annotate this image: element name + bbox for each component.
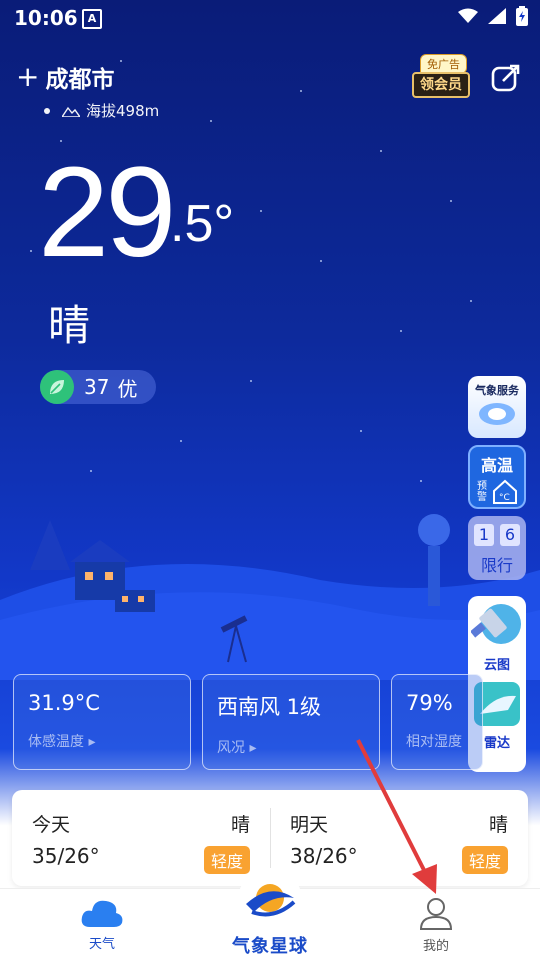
traffic-limit-button[interactable]: 1 6 限行 <box>468 516 526 580</box>
notification-icon: A <box>82 9 102 29</box>
vip-label: 领会员 <box>412 72 470 98</box>
weather-service-icon <box>479 403 515 425</box>
cloud-map-button[interactable]: 云图 <box>468 596 526 680</box>
status-icons <box>458 6 528 26</box>
humidity-card[interactable]: 79% 相对湿度 <box>391 674 483 770</box>
vip-tag: 免广告 <box>420 54 467 74</box>
temperature-decimal: .5° <box>170 195 235 253</box>
aqi-badge[interactable]: 37 优 <box>40 370 156 404</box>
add-city-icon[interactable]: + <box>16 63 39 91</box>
nav-home-label: 气象星球 <box>232 936 308 957</box>
status-bar: 10:06 A <box>0 0 540 38</box>
humidity-label: 相对湿度 <box>406 734 462 750</box>
forecast-weather: 晴 <box>230 814 250 836</box>
elevation-info: 海拔498m <box>44 100 159 121</box>
thermometer-house-icon: °C <box>493 479 517 504</box>
current-temperature: 29 .5° <box>38 148 234 278</box>
user-icon <box>419 898 453 930</box>
weather-condition: 晴 <box>48 301 91 350</box>
aqi-level: 优 <box>117 376 138 401</box>
wifi-icon <box>458 8 478 23</box>
signal-icon <box>488 8 506 24</box>
limit-label: 限行 <box>480 556 513 575</box>
cloud-icon <box>81 900 123 927</box>
forecast-day: 明天 <box>290 814 329 836</box>
heat-warning-title: 高温 <box>480 456 513 475</box>
leaf-icon <box>40 370 74 404</box>
nav-weather[interactable]: 天气 <box>52 889 152 961</box>
cloud-map-label: 云图 <box>483 658 510 673</box>
heat-warning-button[interactable]: 高温 预警 °C <box>468 445 526 509</box>
forecast-range: 35/26° <box>32 844 100 868</box>
landscape-illustration <box>0 514 540 680</box>
feels-like-card[interactable]: 31.9°C 体感温度 ▸ <box>13 674 191 770</box>
forecast-aqi-badge: 轻度 <box>461 846 508 874</box>
weather-service-button[interactable]: 气象服务 <box>468 376 526 438</box>
limit-number: 6 <box>500 524 520 546</box>
city-name: 成都市 <box>45 67 115 93</box>
nav-home[interactable]: 气象星球 <box>220 862 320 960</box>
heat-warning-tag: 预警 <box>477 481 487 503</box>
mountain-icon <box>62 106 80 117</box>
nav-me[interactable]: 我的 <box>386 889 486 961</box>
clock: 10:06 <box>14 6 78 30</box>
city-selector[interactable]: + 成都市 <box>16 60 114 94</box>
temperature-integer: 29 <box>38 141 176 284</box>
weather-service-label: 气象服务 <box>475 384 519 397</box>
nav-weather-label: 天气 <box>88 937 115 952</box>
nav-me-label: 我的 <box>422 939 449 954</box>
svg-text:°C: °C <box>499 493 510 503</box>
location-dot-icon <box>44 107 50 114</box>
elevation-text: 海拔498m <box>86 102 160 120</box>
planet-logo-icon <box>238 868 302 932</box>
wind-card[interactable]: 西南风 1级 风况 ▸ <box>202 674 380 770</box>
feels-like-value: 31.9°C <box>28 691 100 715</box>
feels-like-label: 体感温度 ▸ <box>28 734 96 750</box>
battery-icon <box>516 6 528 26</box>
share-icon[interactable] <box>490 62 522 94</box>
humidity-value: 79% <box>406 691 453 715</box>
satellite-icon <box>470 604 521 644</box>
forecast-weather: 晴 <box>488 814 508 836</box>
vip-button[interactable]: 免广告 领会员 <box>412 54 470 98</box>
wind-label: 风况 ▸ <box>217 740 257 756</box>
limit-numbers: 1 6 <box>468 524 526 546</box>
aqi-value: 37 <box>84 375 110 399</box>
wind-value: 西南风 1级 <box>217 695 322 719</box>
forecast-day: 今天 <box>32 814 71 836</box>
limit-number: 1 <box>474 524 494 546</box>
